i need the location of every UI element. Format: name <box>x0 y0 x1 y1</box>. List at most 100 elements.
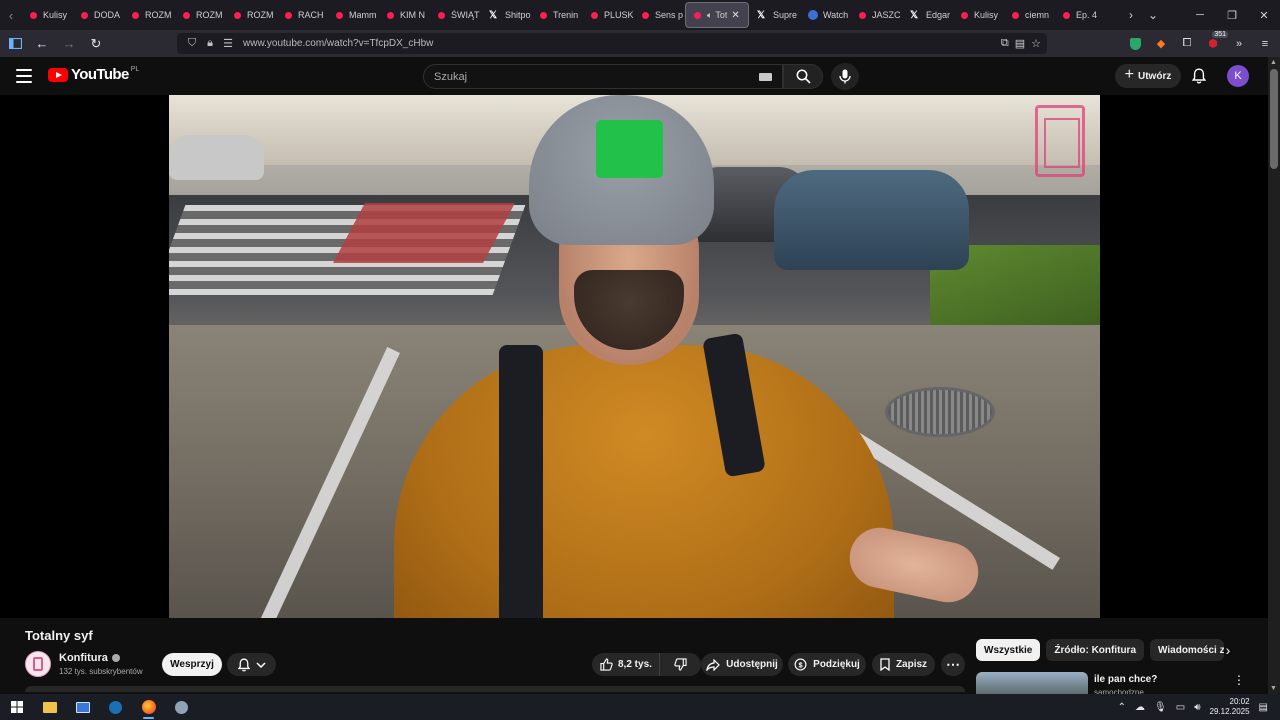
reader-view-icon[interactable]: ▤ <box>1015 37 1025 50</box>
search-button[interactable] <box>783 64 823 89</box>
recommendation-thumbnail[interactable] <box>976 672 1088 694</box>
extensions-puzzle-icon[interactable]: ⧠ <box>1178 35 1196 53</box>
tab-scroll-right-icon[interactable]: › <box>1120 8 1142 22</box>
create-button[interactable]: + Utwórz <box>1115 64 1181 88</box>
dislike-button[interactable] <box>660 658 700 671</box>
share-button[interactable]: Udostępnij <box>701 653 783 676</box>
scrollbar-thumb[interactable] <box>1270 69 1278 169</box>
browser-tab[interactable]: ciemn <box>1004 2 1055 28</box>
chip-world-news[interactable]: Wiadomości ze świata <box>1150 639 1225 661</box>
notifications-tray-icon[interactable]: ▤ <box>1259 702 1268 713</box>
browser-tab[interactable]: Sens p <box>634 2 685 28</box>
browser-tab[interactable]: KIM N <box>379 2 430 28</box>
address-bar[interactable]: ⛉ 🔒︎ ☰ www.youtube.com/watch?v=TfcpDX_cH… <box>177 33 1047 54</box>
channel-watermark-icon[interactable] <box>1035 105 1085 177</box>
url-actions: ⧉ ▤ ☆ <box>1001 33 1041 54</box>
picture-in-picture-icon[interactable]: ⧉ <box>1001 37 1009 50</box>
browser-tab[interactable]: Mamm <box>328 2 379 28</box>
file-explorer-icon[interactable] <box>33 694 66 720</box>
browser-tab[interactable]: Trenin <box>532 2 583 28</box>
like-button[interactable]: 8,2 tys. <box>592 653 660 676</box>
browser-tab[interactable]: 𝕏 Supre <box>749 2 800 28</box>
tab-scroll-left-icon[interactable]: ‹ <box>0 0 22 30</box>
tracking-protection-icon[interactable]: ⛉ <box>183 37 201 50</box>
browser-tab[interactable]: RACH <box>277 2 328 28</box>
browser-tab[interactable]: Watch <box>800 2 851 28</box>
firefox-icon[interactable] <box>132 694 165 720</box>
channel-name-link[interactable]: Konfitura <box>59 652 120 664</box>
network-icon[interactable]: ▭ <box>1176 702 1185 713</box>
save-button[interactable]: Zapisz <box>872 653 935 676</box>
browser-tab[interactable]: ROZM <box>124 2 175 28</box>
minimize-window-button[interactable]: ─ <box>1184 9 1216 21</box>
tab-close-icon[interactable]: ✕ <box>731 10 739 21</box>
windows-start-icon[interactable] <box>0 694 33 720</box>
volume-icon[interactable]: 🔊︎ <box>1194 702 1200 713</box>
restore-window-button[interactable]: ❐ <box>1216 9 1248 22</box>
chevron-right-icon[interactable]: › <box>1219 641 1237 659</box>
forward-button[interactable]: → <box>57 32 81 56</box>
browser-tab[interactable]: Ep. 4 <box>1055 2 1106 28</box>
browser-tab[interactable]: JASZC <box>851 2 902 28</box>
youtube-logo[interactable]: YouTube PL <box>48 66 139 83</box>
shield-extension-icon[interactable] <box>1126 35 1144 53</box>
keyboard-icon[interactable] <box>759 73 772 81</box>
youtube-icon <box>285 11 292 19</box>
browser-tab[interactable]: ŚWIĄT <box>430 2 481 28</box>
fox-extension-icon[interactable]: ◆ <box>1152 35 1170 53</box>
permissions-icon[interactable]: ☰ <box>219 37 237 50</box>
url-text[interactable]: www.youtube.com/watch?v=TfcpDX_cHbw <box>243 38 433 49</box>
description-box[interactable] <box>25 686 965 692</box>
browser-tab[interactable]: PLUSK <box>583 2 634 28</box>
voice-search-button[interactable] <box>831 63 859 90</box>
clock[interactable]: 20:02 29.12.2025 <box>1210 697 1250 717</box>
more-actions-button[interactable]: ⋯ <box>941 653 965 676</box>
browser-tab[interactable]: ROZM <box>226 2 277 28</box>
browser-tab[interactable]: 𝕏 Edgar <box>902 2 953 28</box>
recommendation-title[interactable]: ile pan chce? <box>1094 674 1157 685</box>
steam-icon[interactable] <box>99 694 132 720</box>
ublock-extension-icon[interactable]: ⬢ 351 <box>1204 30 1228 53</box>
video-player[interactable] <box>0 95 1268 618</box>
browser-tab[interactable]: 🔈︎ Tot ✕ <box>685 2 749 28</box>
thanks-button[interactable]: $ Podziękuj <box>788 653 866 676</box>
scroll-down-icon[interactable]: ▼ <box>1270 685 1277 692</box>
overflow-chevron-icon[interactable]: » <box>1230 35 1248 53</box>
chip-all[interactable]: Wszystkie <box>976 639 1041 661</box>
video-frame[interactable] <box>169 95 1100 618</box>
tray-overflow-icon[interactable]: ⌃ <box>1118 702 1126 713</box>
channel-avatar[interactable] <box>25 651 51 677</box>
speaker-icon[interactable]: 🔈︎ <box>707 10 712 21</box>
list-all-tabs-icon[interactable]: ⌄ <box>1142 8 1164 22</box>
chip-source[interactable]: Źródło: Konfitura <box>1046 639 1145 661</box>
channel-name[interactable]: Konfitura <box>59 652 108 664</box>
browser-tab[interactable]: Kulisy <box>953 2 1004 28</box>
cloud-icon[interactable]: ☁ <box>1135 702 1145 713</box>
browser-tab[interactable]: ROZM <box>175 2 226 28</box>
video-scene-bike-lane <box>333 203 515 263</box>
bookmark-star-icon[interactable]: ☆ <box>1031 37 1041 50</box>
hamburger-menu-icon[interactable] <box>14 67 34 85</box>
youtube-icon <box>132 11 139 19</box>
account-avatar[interactable]: K <box>1227 65 1249 87</box>
reload-button[interactable]: ↻ <box>84 32 108 56</box>
app-icon[interactable] <box>165 694 198 720</box>
microphone-tray-icon[interactable]: 🎙︎ <box>1154 702 1167 713</box>
browser-tab[interactable]: DODA <box>73 2 124 28</box>
scroll-up-icon[interactable]: ▲ <box>1270 59 1277 66</box>
support-button[interactable]: Wesprzyj <box>162 653 222 676</box>
recommendation-menu-icon[interactable]: ⋮ <box>1233 673 1245 687</box>
lock-icon[interactable]: 🔒︎ <box>201 37 219 50</box>
subscription-bell-button[interactable] <box>227 653 276 676</box>
notifications-button[interactable] <box>1189 66 1209 86</box>
search-input[interactable] <box>434 70 734 83</box>
sidebar-toggle-icon[interactable] <box>3 32 27 56</box>
back-button[interactable]: ← <box>30 32 54 56</box>
browser-tab[interactable]: Kulisy <box>22 2 73 28</box>
x-icon: 𝕏 <box>489 9 498 21</box>
browser-tab[interactable]: 𝕏 Shitpo <box>481 2 532 28</box>
page-scrollbar[interactable]: ▲ ▼ <box>1268 57 1280 694</box>
app-menu-icon[interactable]: ≡ <box>1256 35 1274 53</box>
close-window-button[interactable]: ✕ <box>1248 9 1280 22</box>
monitor-app-icon[interactable] <box>66 694 99 720</box>
